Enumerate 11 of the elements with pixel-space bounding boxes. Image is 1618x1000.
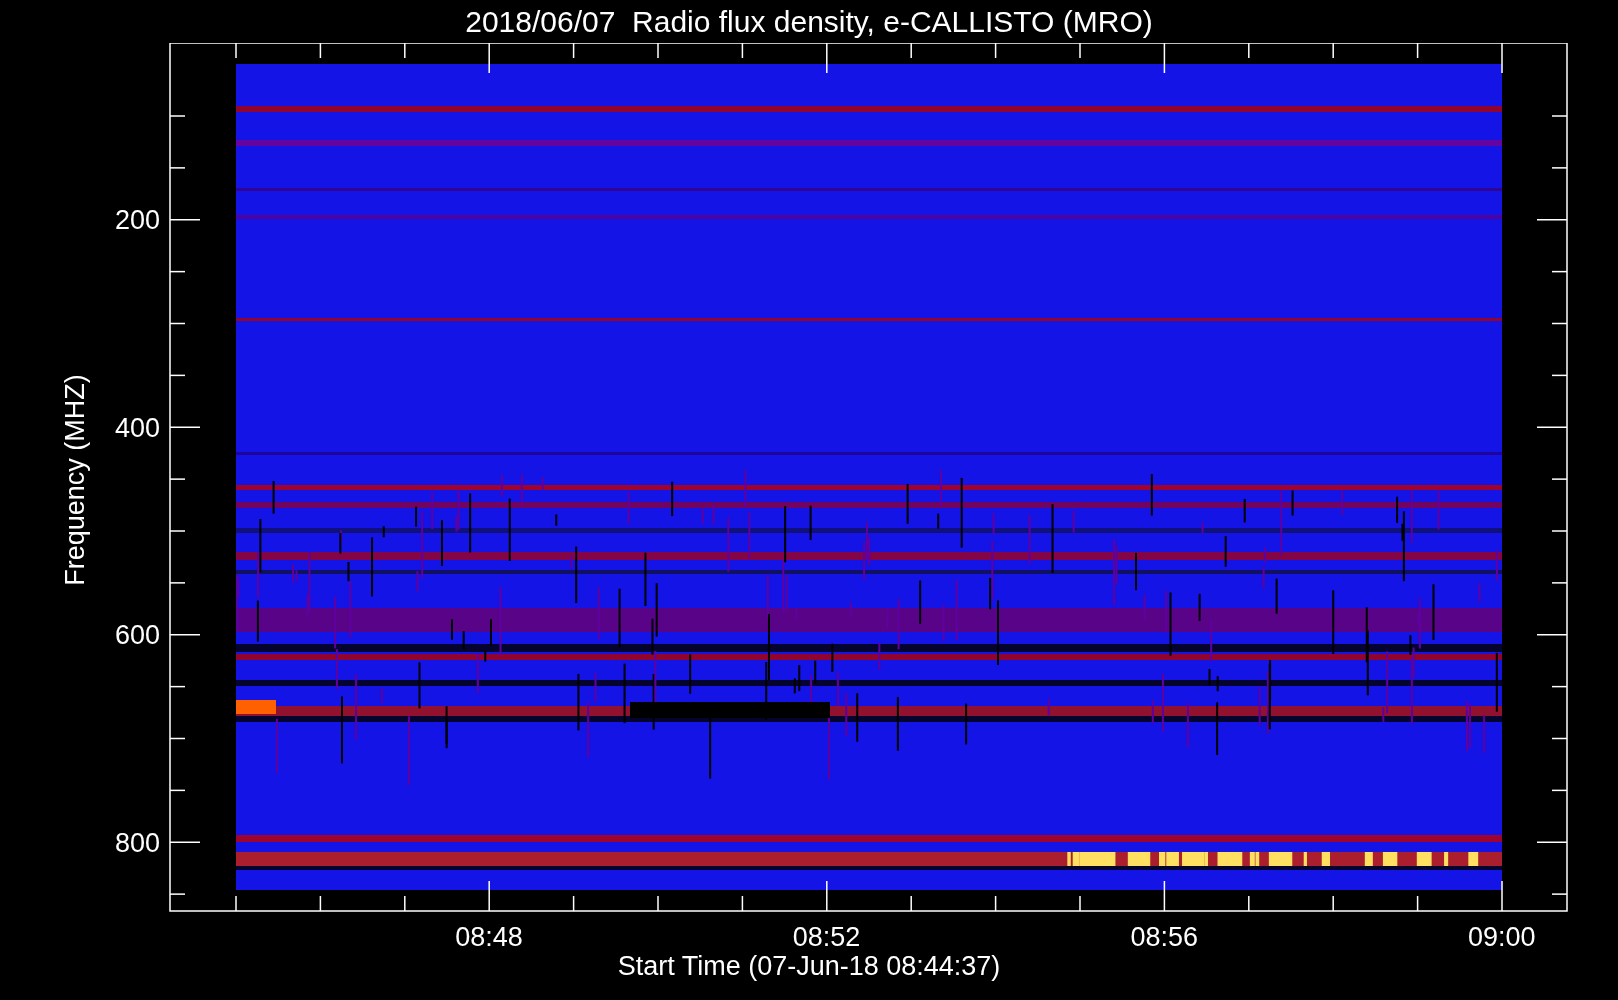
tick-label: 600 [114, 620, 160, 650]
tick-label: 08:56 [1130, 922, 1198, 952]
tick-label: 400 [114, 412, 160, 443]
tick-label: 800 [114, 827, 160, 858]
axis-label: Start Time (07-Jun-18 08:44:37) [617, 951, 1001, 981]
tick-label: 08:48 [455, 922, 523, 952]
tick-label: 09:00 [1468, 922, 1536, 952]
chart-title: 2018/06/07 Radio flux density, e-CALLISTO (MRO) [465, 6, 1153, 37]
axis-label: Frequency (MHZ) [60, 374, 90, 586]
tick-label: 200 [114, 205, 160, 235]
tick-label: 08:52 [792, 922, 861, 952]
